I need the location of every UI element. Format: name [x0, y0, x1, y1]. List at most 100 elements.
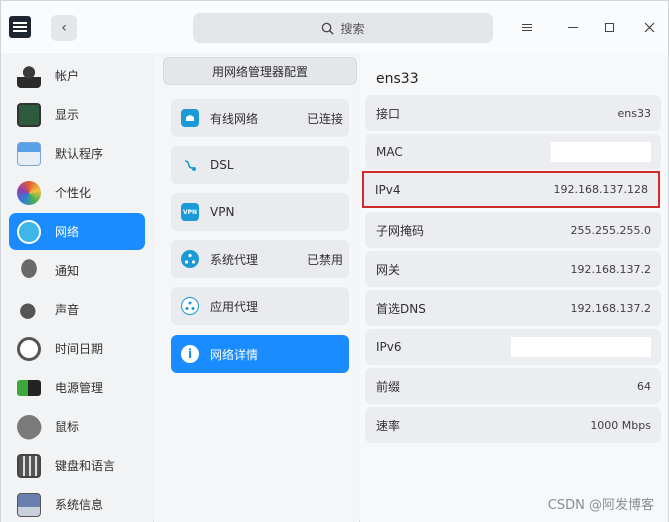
sidebar-item-keyboard[interactable]: 键盘和语言: [9, 447, 145, 484]
detail-row-ipv6: IPv6: [365, 329, 661, 365]
dsl-icon: [181, 156, 199, 174]
wired-network-icon: [181, 109, 199, 127]
network-menu-item-details[interactable]: i 网络详情: [171, 335, 349, 373]
wired-glyph: [186, 115, 194, 121]
system-proxy-icon: [181, 250, 199, 268]
detail-row-mac: MAC: [365, 134, 661, 170]
sidebar-item-display[interactable]: 显示: [9, 96, 145, 133]
detail-value: 255.255.255.0: [570, 223, 651, 237]
sidebar-item-label: 帐户: [55, 69, 80, 83]
back-button[interactable]: ‹: [51, 15, 77, 41]
detail-row-prefix: 前缀 64: [365, 368, 661, 404]
detail-key: 首选DNS: [376, 301, 426, 316]
title-bar: ‹ 搜索: [1, 1, 668, 53]
palette-icon: [17, 180, 41, 205]
detail-row-ipv4: IPv4 192.168.137.128: [362, 171, 660, 208]
network-menu-panel: 用网络管理器配置 有线网络 已连接 DSL VPN VPN 系统代理 已禁用 应…: [154, 53, 359, 522]
search-icon: [322, 22, 335, 35]
detail-row-interface: 接口 ens33: [365, 95, 661, 131]
sidebar-item-default-apps[interactable]: 默认程序: [9, 135, 145, 172]
sidebar-item-label: 时间日期: [55, 342, 104, 356]
detail-value: 192.168.137.128: [553, 183, 648, 196]
maximize-icon: [604, 22, 614, 32]
redacted-value: [511, 337, 651, 357]
control-center-logo-icon: [9, 16, 31, 38]
detail-row-dns: 首选DNS 192.168.137.2: [365, 290, 661, 326]
sidebar-item-label: 通知: [55, 264, 80, 278]
network-menu-item-app-proxy[interactable]: 应用代理: [171, 287, 349, 325]
detail-key: IPv6: [376, 340, 402, 354]
detail-row-gateway: 网关 192.168.137.2: [365, 251, 661, 287]
network-menu-item-label: 有线网络: [210, 111, 259, 126]
network-menu-item-dsl[interactable]: DSL: [171, 146, 349, 184]
network-menu-item-vpn[interactable]: VPN VPN: [171, 193, 349, 231]
detail-value: 1000 Mbps: [590, 418, 651, 432]
sidebar-item-personalization[interactable]: 个性化: [9, 174, 145, 211]
sidebar-item-label: 键盘和语言: [55, 459, 116, 473]
info-icon: i: [181, 345, 199, 363]
detail-key: IPv4: [375, 182, 401, 197]
detail-key: MAC: [376, 145, 403, 159]
interface-title: ens33: [376, 71, 419, 87]
speaker-icon: [17, 297, 41, 322]
network-menu-item-label: 网络详情: [210, 347, 259, 362]
detail-key: 前缀: [376, 379, 401, 394]
network-menu-item-label: 应用代理: [210, 299, 259, 314]
clock-icon: [17, 336, 41, 361]
hamburger-icon: [522, 23, 532, 31]
detail-value: 192.168.137.2: [570, 301, 651, 315]
network-menu-item-system-proxy[interactable]: 系统代理 已禁用: [171, 240, 349, 278]
sidebar-item-label: 显示: [55, 108, 80, 122]
network-menu-item-label: VPN: [210, 205, 235, 219]
sidebar-item-power[interactable]: 电源管理: [9, 369, 145, 406]
network-menu-item-label: DSL: [210, 158, 234, 172]
sidebar-item-label: 个性化: [55, 186, 92, 200]
app-proxy-glyph: [185, 301, 195, 310]
detail-key: 网关: [376, 262, 401, 277]
sidebar-item-system-info[interactable]: 系统信息: [9, 486, 145, 522]
detail-row-speed: 速率 1000 Mbps: [365, 407, 661, 443]
minimize-button[interactable]: [563, 18, 583, 36]
sidebar-item-notifications[interactable]: 通知: [9, 252, 145, 289]
watermark: CSDN @阿发博客: [547, 498, 654, 513]
close-icon: [644, 22, 654, 32]
vpn-icon: VPN: [181, 203, 199, 221]
sidebar-item-account[interactable]: 帐户: [9, 57, 145, 94]
maximize-button[interactable]: [599, 18, 619, 36]
dsl-glyph: [184, 160, 196, 171]
search-placeholder: 搜索: [340, 21, 365, 36]
sidebar-item-label: 默认程序: [55, 147, 104, 161]
sidebar-item-mouse[interactable]: 鼠标: [9, 408, 145, 445]
detail-value: ens33: [617, 106, 651, 120]
detail-value: 192.168.137.2: [570, 262, 651, 276]
detail-key: 接口: [376, 106, 401, 121]
network-manager-config-button[interactable]: 用网络管理器配置: [163, 57, 357, 85]
mouse-icon: [12, 409, 46, 444]
menu-button[interactable]: [517, 18, 537, 36]
proxy-glyph: [184, 253, 196, 264]
sidebar-item-sound[interactable]: 声音: [9, 291, 145, 328]
settings-window: ‹ 搜索 帐户 显示 默认程序 个性化 网络 通知 声音 时间日期 电源管理 鼠…: [0, 0, 669, 522]
sidebar-item-label: 鼠标: [55, 420, 80, 434]
network-menu-item-wired[interactable]: 有线网络 已连接: [171, 99, 349, 137]
battery-icon: [17, 379, 41, 396]
sidebar-item-label: 声音: [55, 303, 80, 317]
detail-value: 64: [637, 379, 651, 393]
sidebar-item-network[interactable]: 网络: [9, 213, 145, 250]
network-menu-item-label: 系统代理: [210, 252, 259, 267]
chevron-left-icon: ‹: [61, 20, 67, 36]
sidebar-item-label: 系统信息: [55, 498, 104, 512]
keyboard-icon: [17, 453, 41, 478]
app-proxy-icon: [181, 297, 199, 315]
detail-key: 子网掩码: [376, 223, 425, 238]
close-button[interactable]: [639, 18, 659, 36]
sidebar-item-datetime[interactable]: 时间日期: [9, 330, 145, 367]
sidebar: 帐户 显示 默认程序 个性化 网络 通知 声音 时间日期 电源管理 鼠标 键盘和…: [1, 53, 153, 522]
search-box[interactable]: 搜索: [193, 13, 493, 43]
system-info-icon: [17, 492, 41, 517]
network-details-panel: ens33 接口 ens33 MAC IPv4 192.168.137.128 …: [360, 53, 668, 522]
network-menu-item-status: 已禁用: [306, 252, 343, 267]
network-menu-item-status: 已连接: [306, 111, 343, 126]
sidebar-item-label: 网络: [55, 225, 80, 239]
minimize-icon: [568, 26, 578, 28]
